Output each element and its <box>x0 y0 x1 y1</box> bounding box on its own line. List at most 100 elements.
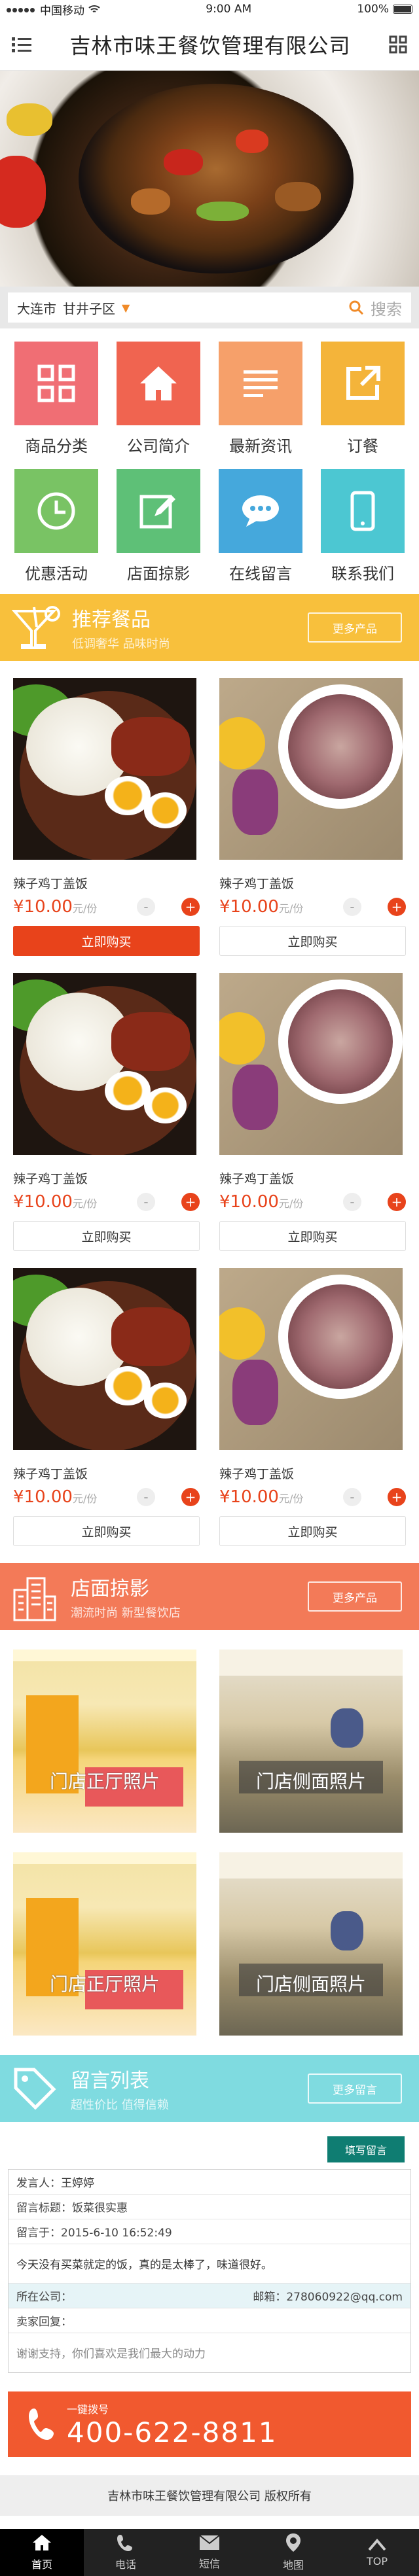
decrease-quantity-button[interactable]: - <box>343 1193 361 1211</box>
tab-phone[interactable]: 电话 <box>84 2529 168 2576</box>
product-image[interactable] <box>219 678 403 860</box>
category-contact[interactable]: 联系我们 <box>312 469 414 584</box>
more-products-button[interactable]: 更多产品 <box>308 612 402 643</box>
section-title: 留言列表 <box>71 2070 149 2092</box>
tab-home[interactable]: 首页 <box>0 2529 84 2576</box>
increase-quantity-button[interactable]: + <box>388 898 406 916</box>
signal-icon <box>7 3 36 16</box>
page-title: 吉林市味王餐饮管理有限公司 <box>69 33 351 58</box>
category-about[interactable]: 公司简介 <box>107 342 210 456</box>
increase-quantity-button[interactable]: + <box>388 1193 406 1211</box>
search-button[interactable]: 搜索 <box>348 296 402 319</box>
section-title: 店面掠影 <box>71 1578 149 1600</box>
grid-icon[interactable] <box>389 35 407 54</box>
tab-top[interactable]: TOP <box>335 2529 419 2576</box>
buy-now-button[interactable]: 立即购买 <box>13 926 200 956</box>
product-name: 辣子鸡丁盖饭 <box>13 1172 88 1186</box>
product-card[interactable]: 辣子鸡丁盖饭 ¥10.00元/份 - + 立即购买 <box>13 973 200 1251</box>
increase-quantity-button[interactable]: + <box>181 1193 200 1211</box>
product-card[interactable]: 辣子鸡丁盖饭 ¥10.00元/份 - + 立即购买 <box>13 678 200 956</box>
clock-time: 9:00 AM <box>206 3 252 16</box>
search-label: 搜索 <box>371 300 402 319</box>
share-icon <box>321 342 405 425</box>
category-news[interactable]: 最新资讯 <box>210 342 312 456</box>
chevron-down-icon[interactable]: ▼ <box>122 302 130 314</box>
product-price: ¥10.00 <box>219 1192 279 1212</box>
buy-now-button[interactable]: 立即购买 <box>219 1516 406 1546</box>
product-price: ¥10.00 <box>13 897 73 917</box>
product-image[interactable] <box>13 678 196 860</box>
search-icon <box>349 300 364 315</box>
product-card[interactable]: 辣子鸡丁盖饭 ¥10.00元/份 - + 立即购买 <box>13 1268 200 1546</box>
product-price-group: ¥10.00元/份 <box>13 1192 97 1212</box>
product-image[interactable] <box>13 973 196 1155</box>
increase-quantity-button[interactable]: + <box>388 1488 406 1506</box>
city-select[interactable]: 大连市 <box>17 298 56 317</box>
district-select[interactable]: 甘井子区 <box>63 298 115 317</box>
recommend-section-header: 推荐餐品 低调奢华 品味时尚 更多产品 <box>0 594 419 661</box>
increase-quantity-button[interactable]: + <box>181 898 200 916</box>
product-card[interactable]: 辣子鸡丁盖饭 ¥10.00元/份 - + 立即购买 <box>219 1268 406 1546</box>
tab-label: 短信 <box>198 2558 220 2570</box>
battery-icon <box>393 5 412 14</box>
category-messages[interactable]: 在线留言 <box>210 469 312 584</box>
category-products[interactable]: 商品分类 <box>5 342 107 456</box>
decrease-quantity-button[interactable]: - <box>137 1193 155 1211</box>
mail-icon <box>199 2535 220 2550</box>
message-poster: 发言人：王婷婷 <box>9 2170 410 2195</box>
tab-label: 电话 <box>115 2558 136 2571</box>
tab-label: 首页 <box>31 2558 52 2571</box>
increase-quantity-button[interactable]: + <box>181 1488 200 1506</box>
more-messages-button[interactable]: 更多留言 <box>308 2073 402 2104</box>
buy-now-button[interactable]: 立即购买 <box>13 1516 200 1546</box>
product-price-group: ¥10.00元/份 <box>13 1487 97 1507</box>
store-photo[interactable]: 门店正厅照片 <box>13 1852 196 2036</box>
category-label: 公司简介 <box>127 437 190 455</box>
call-button[interactable]: 一键拨号 400-622-8811 <box>8 2391 411 2457</box>
product-card[interactable]: 辣子鸡丁盖饭 ¥10.00元/份 - + 立即购买 <box>219 678 406 956</box>
buy-now-button[interactable]: 立即购买 <box>219 1221 406 1251</box>
reply-label: 卖家回复： <box>9 2308 410 2333</box>
product-image[interactable] <box>219 1268 403 1450</box>
status-bar: 中国移动 9:00 AM 100% <box>0 0 419 18</box>
decrease-quantity-button[interactable]: - <box>343 1488 361 1506</box>
battery-level: 100% <box>357 3 389 16</box>
product-name: 辣子鸡丁盖饭 <box>219 1172 295 1186</box>
store-photo[interactable]: 门店正厅照片 <box>13 1650 196 1833</box>
bottom-tab-bar: 首页 电话 短信 地图 TOP <box>0 2529 419 2576</box>
tab-sms[interactable]: 短信 <box>168 2529 251 2576</box>
product-image[interactable] <box>219 973 403 1155</box>
category-label: 在线留言 <box>229 565 292 583</box>
carrier: 中国移动 <box>40 4 84 18</box>
store-caption: 门店正厅照片 <box>49 1973 160 1995</box>
store-photo[interactable]: 门店侧面照片 <box>219 1852 403 2036</box>
up-arrow-icon <box>368 2538 386 2550</box>
category-order[interactable]: 订餐 <box>312 342 414 456</box>
buy-now-button[interactable]: 立即购买 <box>219 926 406 956</box>
product-name: 辣子鸡丁盖饭 <box>219 877 295 891</box>
wifi-icon <box>88 5 100 12</box>
decrease-quantity-button[interactable]: - <box>343 898 361 916</box>
list-icon[interactable] <box>12 36 31 53</box>
phone-handset-icon <box>29 2408 54 2440</box>
product-unit: 元/份 <box>72 902 98 915</box>
product-card[interactable]: 辣子鸡丁盖饭 ¥10.00元/份 - + 立即购买 <box>219 973 406 1251</box>
category-store-gallery[interactable]: 店面掠影 <box>107 469 210 584</box>
product-image[interactable] <box>13 1268 196 1450</box>
tab-label: TOP <box>366 2554 388 2567</box>
decrease-quantity-button[interactable]: - <box>137 1488 155 1506</box>
decrease-quantity-button[interactable]: - <box>137 898 155 916</box>
message-content: 今天没有买菜就定的饭，真的是太棒了，味道很好。 <box>9 2244 410 2284</box>
store-photo[interactable]: 门店侧面照片 <box>219 1650 403 1833</box>
product-price: ¥10.00 <box>13 1192 73 1212</box>
store-caption: 门店侧面照片 <box>255 1771 366 1792</box>
category-promotions[interactable]: 优惠活动 <box>5 469 107 584</box>
more-stores-button[interactable]: 更多产品 <box>308 1581 402 1612</box>
store-gallery: 门店正厅照片 门店侧面照片 门店正厅照片 门店侧面照片 <box>0 1630 419 2055</box>
product-unit: 元/份 <box>72 1492 98 1505</box>
post-message-button[interactable]: 填写留言 <box>327 2136 405 2162</box>
tab-map[interactable]: 地图 <box>251 2529 335 2576</box>
buy-now-button[interactable]: 立即购买 <box>13 1221 200 1251</box>
product-price: ¥10.00 <box>13 1487 73 1507</box>
header: 吉林市味王餐饮管理有限公司 <box>0 18 419 71</box>
